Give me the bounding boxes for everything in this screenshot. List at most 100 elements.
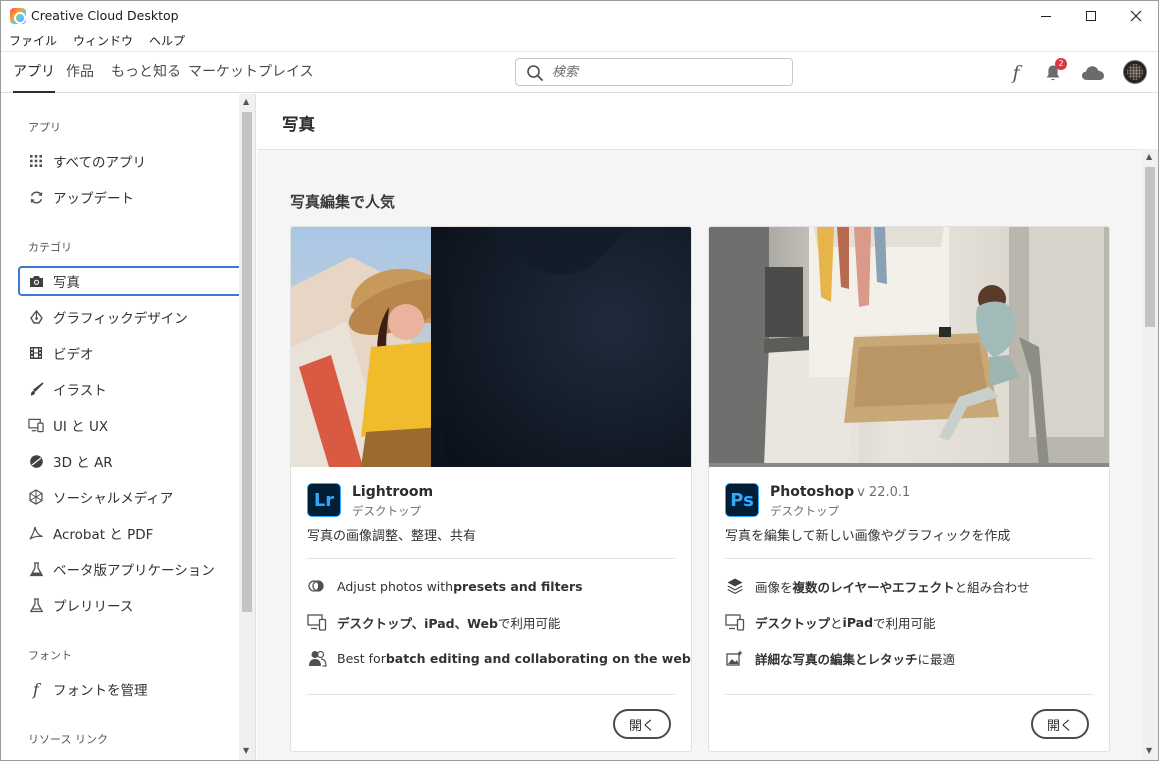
user-avatar[interactable] — [1123, 60, 1147, 84]
sidebar-item-graphic-design[interactable]: グラフィックデザイン — [18, 302, 239, 332]
tab-marketplace[interactable]: マーケットプレイス — [188, 52, 314, 93]
sidebar-item-label: すべてのアプリ — [53, 155, 147, 171]
main-header: 写真 — [257, 94, 1144, 150]
camera-icon — [28, 273, 44, 289]
search-icon — [527, 65, 543, 81]
app-name: Lightroom — [352, 484, 433, 500]
menu-help[interactable]: ヘルプ — [141, 31, 193, 51]
feature-availability: デスクトップ、iPad、Web で利用可能 — [307, 611, 560, 633]
minimize-button[interactable] — [1023, 1, 1069, 31]
sidebar-item-prerelease[interactable]: プレリリース — [18, 590, 239, 620]
sidebar-item-label: ソーシャルメディア — [53, 491, 174, 507]
feature-layers: 画像を 複数のレイヤーやエフェクト と組み合わせ — [725, 575, 1030, 597]
sidebar-item-illustration[interactable]: イラスト — [18, 374, 239, 404]
app-card-lightroom: Lr Lightroom デスクトップ 写真の画像調整、整理、共有 Adjust… — [290, 226, 692, 752]
sidebar-item-manage-fonts[interactable]: f フォントを管理 — [18, 674, 239, 704]
feature-text: と組み合わせ — [954, 579, 1030, 595]
sidebar-scrollbar[interactable]: ▲ ▼ — [239, 94, 256, 760]
open-lightroom-button[interactable]: 開く — [613, 709, 671, 739]
window-title: Creative Cloud Desktop — [31, 8, 179, 23]
divider — [725, 694, 1093, 695]
maximize-icon — [1086, 11, 1096, 21]
sidebar-item-3d-ar[interactable]: 3D と AR — [18, 446, 239, 476]
app-version: v 22.0.1 — [857, 485, 911, 500]
sidebar-section-apps: アプリ — [28, 121, 61, 134]
feature-text: で利用可能 — [873, 615, 936, 631]
feature-text-bold: 詳細な写真の編集とレタッチ — [755, 651, 918, 667]
search-input[interactable] — [552, 62, 782, 82]
users-icon — [307, 648, 327, 668]
app-platform: デスクトップ — [770, 504, 839, 518]
prerelease-flask-icon — [28, 597, 44, 613]
feature-availability: デスクトップと iPad で利用可能 — [725, 611, 936, 633]
open-photoshop-button[interactable]: 開く — [1031, 709, 1089, 739]
refresh-icon — [28, 189, 44, 205]
top-nav: アプリ 作品 もっと知る マーケットプレイス f 2 — [1, 51, 1158, 93]
sidebar-item-label: 写真 — [53, 275, 80, 291]
sidebar-item-label: フォントを管理 — [53, 683, 148, 699]
maximize-button[interactable] — [1068, 1, 1114, 31]
font-icon: f — [33, 679, 39, 699]
divider — [725, 558, 1093, 559]
tab-works[interactable]: 作品 — [66, 52, 94, 93]
app-name-text: Photoshop — [770, 484, 855, 500]
section-title: 写真編集で人気 — [290, 193, 396, 211]
tab-apps[interactable]: アプリ — [13, 52, 55, 93]
feature-retouch: 詳細な写真の編集とレタッチ に最適 — [725, 647, 955, 669]
feature-text-bold: batch editing and collaborating on the w… — [385, 650, 691, 666]
app-description: 写真を編集して新しい画像やグラフィックを作成 — [725, 529, 1011, 544]
app-description: 写真の画像調整、整理、共有 — [307, 529, 477, 544]
scroll-up-icon[interactable]: ▲ — [243, 97, 249, 106]
scroll-down-icon[interactable]: ▼ — [243, 746, 249, 755]
sidebar-item-ui-ux[interactable]: UI と UX — [18, 410, 239, 440]
sidebar-item-social-media[interactable]: ソーシャルメディア — [18, 482, 239, 512]
main-scrollbar[interactable]: ▲ ▼ — [1142, 149, 1158, 760]
feature-text: と — [830, 615, 843, 631]
sidebar-item-label: ビデオ — [53, 347, 94, 363]
presets-icon — [307, 576, 327, 596]
brush-icon — [28, 381, 44, 397]
close-button[interactable] — [1113, 1, 1158, 31]
divider — [307, 558, 675, 559]
creative-cloud-logo-icon — [10, 8, 26, 24]
layers-icon — [725, 576, 745, 596]
menu-window[interactable]: ウィンドウ — [65, 31, 141, 51]
search-box[interactable] — [515, 58, 793, 86]
menu-bar: ファイル ウィンドウ ヘルプ — [1, 31, 193, 51]
feature-text-bold: presets and filters — [453, 578, 583, 594]
sphere-icon — [28, 453, 44, 469]
sidebar-item-updates[interactable]: アップデート — [18, 182, 239, 212]
menu-file[interactable]: ファイル — [1, 31, 65, 51]
app-window: Creative Cloud Desktop ファイル ウィンドウ ヘルプ アプ… — [0, 0, 1159, 761]
cloud-sync-icon[interactable] — [1081, 62, 1105, 84]
sidebar-scroll-thumb[interactable] — [242, 112, 252, 612]
app-name: Photoshop v 22.0.1 — [770, 484, 910, 500]
sidebar-item-acrobat-pdf[interactable]: Acrobat と PDF — [18, 518, 239, 548]
sidebar-section-fonts: フォント — [28, 649, 72, 662]
pen-tool-icon — [28, 309, 44, 325]
sidebar-item-all-apps[interactable]: すべてのアプリ — [18, 146, 239, 176]
notification-badge: 2 — [1055, 58, 1067, 70]
page-title: 写真 — [282, 115, 315, 134]
acrobat-icon — [28, 525, 44, 541]
sidebar-item-beta-apps[interactable]: ベータ版アプリケーション — [18, 554, 239, 584]
minimize-icon — [1041, 15, 1051, 17]
tab-discover[interactable]: もっと知る — [111, 52, 181, 93]
sidebar-item-photo[interactable]: 写真 — [18, 266, 239, 296]
feature-best-for: Best for batch editing and collaborating… — [307, 647, 691, 669]
sidebar-item-label: UI と UX — [53, 419, 109, 435]
fonts-icon[interactable]: f — [1005, 62, 1027, 84]
sidebar-item-video[interactable]: ビデオ — [18, 338, 239, 368]
image-sparkle-icon — [725, 648, 745, 668]
app-platform: デスクトップ — [352, 504, 421, 518]
sidebar-item-label: プレリリース — [53, 599, 134, 615]
scroll-up-icon[interactable]: ▲ — [1146, 152, 1152, 161]
sidebar-item-label: イラスト — [53, 383, 107, 399]
sidebar-item-label: 3D と AR — [53, 455, 113, 471]
main-scroll-thumb[interactable] — [1145, 167, 1155, 327]
scroll-down-icon[interactable]: ▼ — [1146, 746, 1152, 755]
feature-text: Adjust photos with — [337, 578, 454, 594]
app-card-photoshop: Ps Photoshop v 22.0.1 デスクトップ 写真を編集して新しい画像… — [708, 226, 1110, 752]
grid-icon — [28, 153, 44, 169]
feature-text: に最適 — [917, 651, 956, 667]
